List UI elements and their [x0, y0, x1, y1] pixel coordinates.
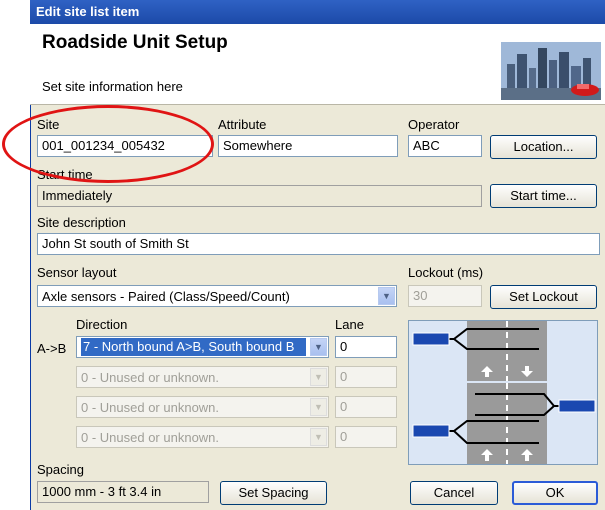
lane-field-4: 0 [335, 426, 397, 448]
road-diagram-graphic [409, 321, 597, 464]
direction-value-2: 0 - Unused or unknown. [81, 370, 220, 385]
site-description-label: Site description [37, 215, 126, 230]
attribute-label: Attribute [218, 117, 267, 132]
chevron-down-icon[interactable]: ▼ [310, 338, 327, 356]
lockout-field: 30 [408, 285, 482, 307]
sensor-layout-select[interactable]: Axle sensors - Paired (Class/Speed/Count… [37, 285, 397, 307]
spacing-field: 1000 mm - 3 ft 3.4 in [37, 481, 209, 503]
lockout-label: Lockout (ms) [408, 265, 484, 280]
sensor-layout-diagram [408, 320, 598, 465]
operator-label: Operator [408, 117, 460, 132]
direction-value-4: 0 - Unused or unknown. [81, 430, 220, 445]
city-banner-image [501, 42, 601, 100]
chevron-down-icon[interactable]: ▼ [378, 287, 395, 305]
chevron-down-icon: ▼ [310, 398, 327, 416]
direction-row-label: A->B [37, 341, 67, 356]
direction-select-4: 0 - Unused or unknown. ▼ [76, 426, 329, 448]
site-description-field[interactable]: John St south of Smith St [37, 233, 600, 255]
lane-field-2: 0 [335, 366, 397, 388]
chevron-down-icon: ▼ [310, 428, 327, 446]
sensor-layout-value: Axle sensors - Paired (Class/Speed/Count… [42, 289, 290, 304]
header-subtitle: Set site information here [42, 79, 183, 94]
dialog-header: Roadside Unit Setup Set site information… [30, 24, 605, 105]
location-button[interactable]: Location... [490, 135, 597, 159]
header-title: Roadside Unit Setup [42, 32, 228, 53]
window-titlebar: Edit site list item [30, 0, 605, 24]
set-spacing-button[interactable]: Set Spacing [220, 481, 327, 505]
direction-header: Direction [76, 317, 128, 332]
direction-select-2: 0 - Unused or unknown. ▼ [76, 366, 329, 388]
chevron-down-icon: ▼ [310, 368, 327, 386]
lane-field-1[interactable]: 0 [335, 336, 397, 358]
direction-select-3: 0 - Unused or unknown. ▼ [76, 396, 329, 418]
spacing-label: Spacing [37, 462, 84, 477]
lane-field-3: 0 [335, 396, 397, 418]
annotation-circle [2, 105, 214, 183]
start-time-button[interactable]: Start time... [490, 184, 597, 208]
operator-field[interactable]: ABC [408, 135, 482, 157]
ok-button[interactable]: OK [512, 481, 598, 505]
lane-header: Lane [335, 317, 364, 332]
sensor-layout-label: Sensor layout [37, 265, 117, 280]
start-time-field: Immediately [37, 185, 482, 207]
set-lockout-button[interactable]: Set Lockout [490, 285, 597, 309]
direction-value-1: 7 - North bound A>B, South bound B [81, 338, 306, 356]
attribute-field[interactable]: Somewhere [218, 135, 398, 157]
direction-value-3: 0 - Unused or unknown. [81, 400, 220, 415]
cancel-button[interactable]: Cancel [410, 481, 498, 505]
direction-select-1[interactable]: 7 - North bound A>B, South bound B ▼ [76, 336, 329, 358]
